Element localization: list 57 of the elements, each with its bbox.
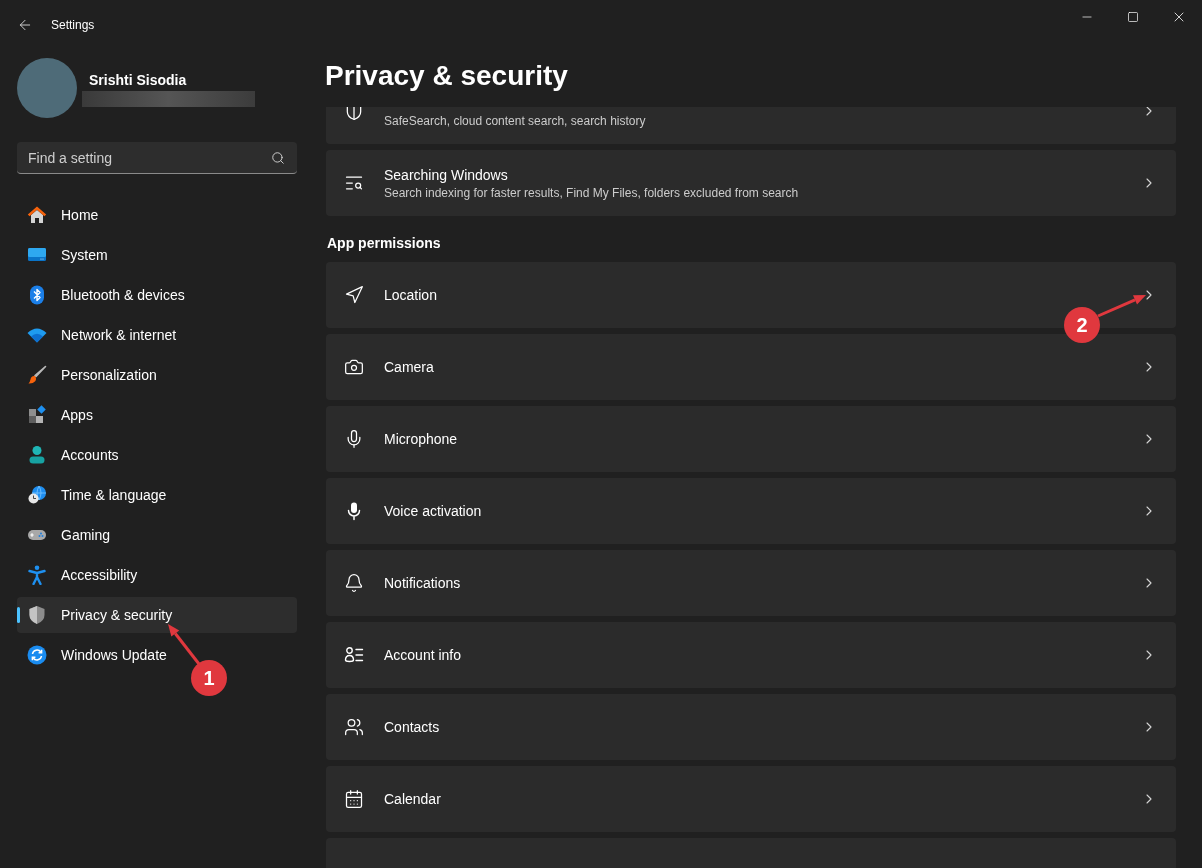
window-title: Settings <box>51 17 95 33</box>
camera-icon <box>344 357 364 377</box>
step-number-badge: 1 <box>191 660 227 696</box>
search-icon <box>271 151 285 165</box>
person-list-icon <box>344 645 364 665</box>
people-icon <box>344 717 364 737</box>
maximize-icon <box>1127 11 1139 23</box>
sidebar-item[interactable]: Home <box>17 197 297 233</box>
sidebar-item[interactable]: Apps <box>17 397 297 433</box>
sidebar-item[interactable]: Gaming <box>17 517 297 553</box>
paintbrush-icon <box>27 365 47 385</box>
sidebar-item[interactable]: Personalization <box>17 357 297 393</box>
card-description: SafeSearch, cloud content search, search history <box>384 112 647 129</box>
sidebar-item[interactable]: Accounts <box>17 437 297 473</box>
sidebar-item[interactable]: Network & internet <box>17 317 297 353</box>
accessibility-figure-icon <box>27 565 47 585</box>
shield-icon <box>27 605 47 625</box>
bell-icon <box>344 573 364 593</box>
card-title: Location <box>384 286 438 304</box>
sidebar-item[interactable]: System <box>17 237 297 273</box>
page-title: Privacy & security <box>325 60 568 91</box>
apps-grid-icon <box>27 405 47 425</box>
bluetooth-icon <box>27 285 47 305</box>
navigation-arrow-icon <box>344 285 364 305</box>
house-icon <box>27 205 47 225</box>
setting-card[interactable]: Camera <box>326 334 1176 400</box>
setting-card[interactable]: Account info <box>326 622 1176 688</box>
setting-card[interactable]: Notifications <box>326 550 1176 616</box>
calendar-icon <box>344 789 364 809</box>
card-title: Contacts <box>384 718 441 736</box>
profile-name: Srishti Sisodia <box>89 71 188 89</box>
shield-icon <box>344 107 364 121</box>
card-title: Camera <box>384 358 435 376</box>
setting-card[interactable]: Calendar <box>326 766 1176 832</box>
search-field[interactable]: Find a setting <box>17 142 297 174</box>
setting-card[interactable]: Contacts <box>326 694 1176 760</box>
card-title: Voice activation <box>384 502 483 520</box>
selection-indicator <box>17 607 20 623</box>
card-title: Account info <box>384 646 463 664</box>
person-icon <box>27 445 47 465</box>
sidebar-item[interactable]: Bluetooth & devices <box>17 277 297 313</box>
avatar-placeholder <box>17 58 77 118</box>
section-heading: App permissions <box>327 234 442 253</box>
card-title: Notifications <box>384 574 462 592</box>
sidebar-item[interactable]: Time & language <box>17 477 297 513</box>
sidebar-item[interactable]: Accessibility <box>17 557 297 593</box>
globe-clock-icon <box>27 485 47 505</box>
sidebar-item[interactable]: Privacy & security <box>17 597 297 633</box>
card-title: Calendar <box>384 790 442 808</box>
setting-card[interactable]: Voice activation <box>326 478 1176 544</box>
sync-arrows-icon <box>27 645 47 665</box>
setting-card[interactable]: Searching Windows Search indexing for faster results, Find My Files, folders excluded from search <box>326 150 1176 216</box>
card-description: Search indexing for faster results, Find My Files, folders excluded from search <box>384 184 800 201</box>
setting-card[interactable]: SafeSearch, cloud content search, search history <box>326 107 1176 144</box>
setting-card[interactable]: Microphone <box>326 406 1176 472</box>
card-title: Microphone <box>384 430 459 448</box>
card-title: Searching Windows <box>384 165 509 184</box>
